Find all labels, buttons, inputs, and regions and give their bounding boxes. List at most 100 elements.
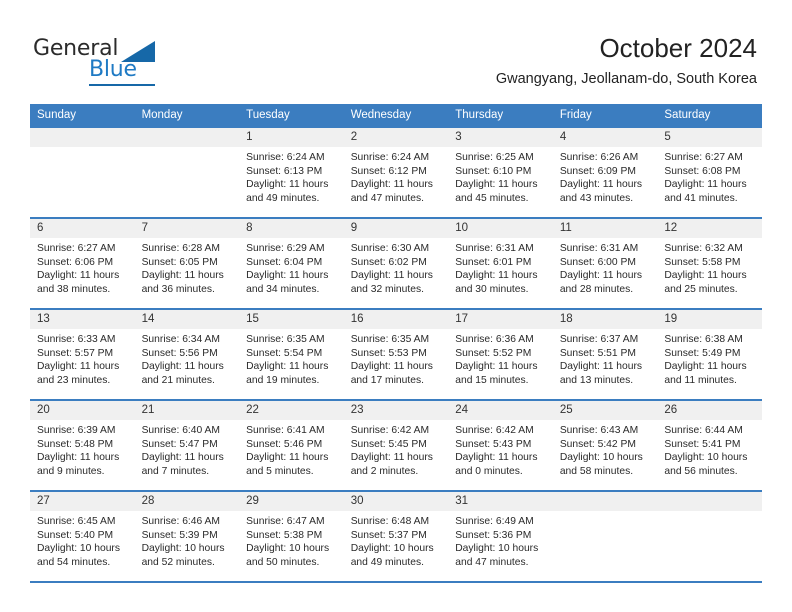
day-cell[interactable]: 22 Sunrise: 6:41 AM Sunset: 5:46 PM Dayl…	[239, 399, 344, 491]
calendar-week-row: 1 Sunrise: 6:24 AM Sunset: 6:13 PM Dayli…	[30, 126, 762, 218]
day-cell[interactable]	[134, 126, 240, 218]
daylight-line-1: Daylight: 10 hours	[246, 543, 330, 554]
weekday-header-monday: Monday	[134, 104, 240, 127]
day-cell[interactable]: 5 Sunrise: 6:27 AM Sunset: 6:08 PM Dayli…	[657, 126, 762, 218]
day-cell[interactable]: 4 Sunrise: 6:26 AM Sunset: 6:09 PM Dayli…	[552, 126, 658, 218]
daylight-line-1: Daylight: 11 hours	[350, 452, 433, 463]
calendar-body: 1 Sunrise: 6:24 AM Sunset: 6:13 PM Dayli…	[30, 126, 762, 583]
day-cell[interactable]: 24 Sunrise: 6:42 AM Sunset: 5:43 PM Dayl…	[448, 399, 553, 491]
daylight-line-2: and 49 minutes.	[350, 556, 424, 568]
daylight-line-1: Daylight: 11 hours	[141, 270, 224, 281]
day-details: Sunrise: 6:41 AM Sunset: 5:46 PM Dayligh…	[239, 420, 344, 478]
sunset-line: Sunset: 5:56 PM	[141, 347, 218, 359]
day-cell[interactable]	[657, 490, 762, 583]
day-cell[interactable]: 2 Sunrise: 6:24 AM Sunset: 6:12 PM Dayli…	[343, 126, 449, 218]
day-number: 15	[239, 310, 344, 329]
day-cell[interactable]	[30, 126, 135, 218]
day-details: Sunrise: 6:43 AM Sunset: 5:42 PM Dayligh…	[553, 420, 658, 478]
day-cell[interactable]: 26 Sunrise: 6:44 AM Sunset: 5:41 PM Dayl…	[657, 399, 762, 491]
daylight-line-1: Daylight: 11 hours	[37, 361, 120, 372]
daylight-line-2: and 45 minutes.	[455, 192, 529, 204]
daylight-line-1: Daylight: 11 hours	[559, 270, 643, 281]
daylight-line-1: Daylight: 11 hours	[37, 270, 120, 281]
sunrise-line: Sunrise: 6:46 AM	[141, 516, 220, 527]
sunrise-line: Sunrise: 6:33 AM	[37, 334, 116, 345]
day-number: 5	[657, 128, 762, 147]
day-cell[interactable]: 6 Sunrise: 6:27 AM Sunset: 6:06 PM Dayli…	[30, 217, 135, 309]
day-cell[interactable]: 10 Sunrise: 6:31 AM Sunset: 6:01 PM Dayl…	[448, 217, 553, 309]
day-number: 16	[343, 310, 449, 329]
sunrise-line: Sunrise: 6:24 AM	[246, 152, 325, 163]
page-subtitle: Gwangyang, Jeollanam-do, South Korea	[495, 71, 757, 87]
day-number: 9	[343, 219, 449, 238]
sunset-line: Sunset: 5:43 PM	[455, 438, 532, 450]
day-cell[interactable]: 8 Sunrise: 6:29 AM Sunset: 6:04 PM Dayli…	[239, 217, 344, 309]
day-number: 10	[448, 219, 553, 238]
sunrise-line: Sunrise: 6:28 AM	[141, 243, 220, 254]
sunset-line: Sunset: 5:49 PM	[664, 347, 741, 359]
day-number: 2	[343, 128, 449, 147]
day-cell[interactable]: 29 Sunrise: 6:47 AM Sunset: 5:38 PM Dayl…	[239, 490, 344, 583]
daylight-line-2: and 56 minutes.	[664, 465, 738, 477]
day-number	[552, 492, 658, 511]
day-cell[interactable]: 16 Sunrise: 6:35 AM Sunset: 5:53 PM Dayl…	[343, 308, 449, 400]
daylight-line-2: and 54 minutes.	[37, 556, 111, 568]
day-cell[interactable]: 31 Sunrise: 6:49 AM Sunset: 5:36 PM Dayl…	[448, 490, 553, 583]
day-number: 7	[134, 219, 240, 238]
sunrise-sunset-calendar: Sunday Monday Tuesday Wednesday Thursday…	[30, 104, 762, 583]
daylight-line-2: and 0 minutes.	[455, 465, 523, 477]
day-number: 4	[552, 128, 658, 147]
daylight-line-2: and 47 minutes.	[350, 192, 424, 204]
day-cell[interactable]: 3 Sunrise: 6:25 AM Sunset: 6:10 PM Dayli…	[448, 126, 553, 218]
day-cell[interactable]: 19 Sunrise: 6:38 AM Sunset: 5:49 PM Dayl…	[657, 308, 762, 400]
daylight-line-1: Daylight: 11 hours	[664, 270, 747, 281]
daylight-line-2: and 2 minutes.	[350, 465, 419, 477]
day-cell[interactable]: 14 Sunrise: 6:34 AM Sunset: 5:56 PM Dayl…	[134, 308, 240, 400]
sunset-line: Sunset: 5:46 PM	[246, 438, 323, 450]
sunrise-line: Sunrise: 6:42 AM	[455, 425, 534, 436]
daylight-line-2: and 28 minutes.	[559, 283, 634, 295]
day-number: 25	[552, 401, 658, 420]
day-cell[interactable]: 21 Sunrise: 6:40 AM Sunset: 5:47 PM Dayl…	[134, 399, 240, 491]
daylight-line-1: Daylight: 11 hours	[559, 361, 643, 372]
day-cell[interactable]: 11 Sunrise: 6:31 AM Sunset: 6:00 PM Dayl…	[552, 217, 658, 309]
sunrise-line: Sunrise: 6:42 AM	[350, 425, 430, 436]
day-details: Sunrise: 6:42 AM Sunset: 5:43 PM Dayligh…	[448, 420, 553, 478]
weekday-header-saturday: Saturday	[657, 104, 762, 127]
day-cell[interactable]: 13 Sunrise: 6:33 AM Sunset: 5:57 PM Dayl…	[30, 308, 135, 400]
calendar-week-row: 6 Sunrise: 6:27 AM Sunset: 6:06 PM Dayli…	[30, 217, 762, 309]
sunset-line: Sunset: 5:54 PM	[246, 347, 323, 359]
sunset-line: Sunset: 6:05 PM	[141, 256, 218, 268]
daylight-line-2: and 23 minutes.	[37, 374, 111, 386]
day-cell[interactable]: 15 Sunrise: 6:35 AM Sunset: 5:54 PM Dayl…	[239, 308, 344, 400]
sunrise-line: Sunrise: 6:47 AM	[246, 516, 325, 527]
day-cell[interactable]: 28 Sunrise: 6:46 AM Sunset: 5:39 PM Dayl…	[134, 490, 240, 583]
day-cell[interactable]: 17 Sunrise: 6:36 AM Sunset: 5:52 PM Dayl…	[448, 308, 553, 400]
daylight-line-2: and 13 minutes.	[559, 374, 634, 386]
day-cell[interactable]: 25 Sunrise: 6:43 AM Sunset: 5:42 PM Dayl…	[552, 399, 658, 491]
day-details: Sunrise: 6:31 AM Sunset: 6:01 PM Dayligh…	[448, 238, 553, 296]
day-cell[interactable]: 7 Sunrise: 6:28 AM Sunset: 6:05 PM Dayli…	[134, 217, 240, 309]
day-cell[interactable]: 9 Sunrise: 6:30 AM Sunset: 6:02 PM Dayli…	[343, 217, 449, 309]
day-cell[interactable]: 27 Sunrise: 6:45 AM Sunset: 5:40 PM Dayl…	[30, 490, 135, 583]
day-cell[interactable]	[552, 490, 658, 583]
daylight-line-2: and 58 minutes.	[559, 465, 634, 477]
day-details: Sunrise: 6:32 AM Sunset: 5:58 PM Dayligh…	[657, 238, 762, 296]
sunset-line: Sunset: 5:48 PM	[37, 438, 114, 450]
daylight-line-1: Daylight: 11 hours	[455, 270, 538, 281]
day-details: Sunrise: 6:47 AM Sunset: 5:38 PM Dayligh…	[239, 511, 344, 569]
logo-text-blue: Blue	[89, 57, 137, 82]
day-cell[interactable]: 30 Sunrise: 6:48 AM Sunset: 5:37 PM Dayl…	[343, 490, 449, 583]
day-cell[interactable]: 18 Sunrise: 6:37 AM Sunset: 5:51 PM Dayl…	[552, 308, 658, 400]
daylight-line-2: and 19 minutes.	[246, 374, 320, 386]
sunset-line: Sunset: 6:06 PM	[37, 256, 114, 268]
day-cell[interactable]: 20 Sunrise: 6:39 AM Sunset: 5:48 PM Dayl…	[30, 399, 135, 491]
sunrise-line: Sunrise: 6:31 AM	[559, 243, 639, 254]
day-cell[interactable]: 1 Sunrise: 6:24 AM Sunset: 6:13 PM Dayli…	[239, 126, 344, 218]
day-number: 26	[657, 401, 762, 420]
title-block: October 2024 Gwangyang, Jeollanam-do, So…	[496, 32, 757, 88]
day-cell[interactable]: 12 Sunrise: 6:32 AM Sunset: 5:58 PM Dayl…	[657, 217, 762, 309]
day-cell[interactable]: 23 Sunrise: 6:42 AM Sunset: 5:45 PM Dayl…	[343, 399, 449, 491]
daylight-line-2: and 25 minutes.	[664, 283, 738, 295]
sunset-line: Sunset: 6:13 PM	[246, 165, 323, 177]
